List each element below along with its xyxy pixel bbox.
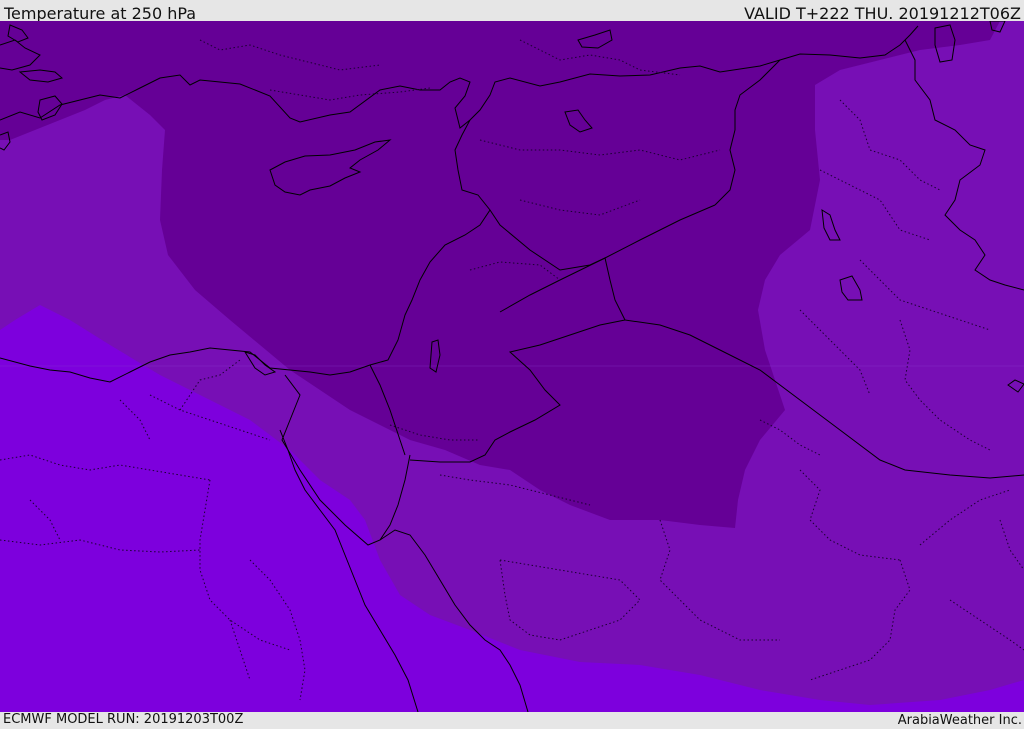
weather-map-screen: Temperature at 250 hPa VALID T+222 THU. … [0,0,1024,729]
credit-label: ArabiaWeather Inc. [897,713,1022,728]
temperature-map[interactable] [0,21,1024,712]
map-area[interactable] [0,21,1024,712]
header-bar: Temperature at 250 hPa VALID T+222 THU. … [0,0,1024,23]
footer-bar: ECMWF MODEL RUN: 20191203T00Z ArabiaWeat… [0,712,1024,729]
model-run-label: ECMWF MODEL RUN: 20191203T00Z [3,712,244,727]
